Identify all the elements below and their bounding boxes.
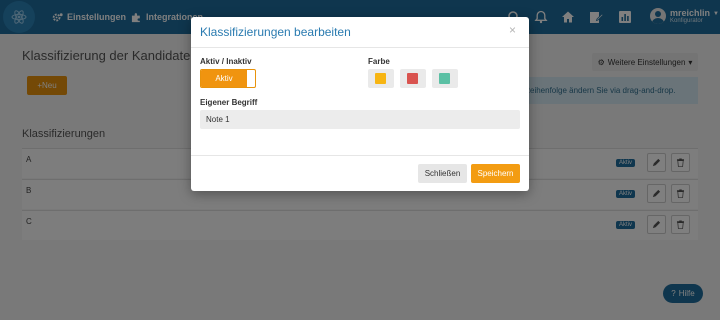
color-chip bbox=[407, 73, 418, 84]
color-swatch-red[interactable] bbox=[400, 69, 426, 88]
edit-classification-modal: Klassifizierungen bearbeiten × Aktiv / I… bbox=[191, 17, 529, 191]
color-chip bbox=[439, 73, 450, 84]
modal-header-divider bbox=[191, 47, 529, 48]
save-button[interactable]: Speichern bbox=[471, 164, 520, 183]
color-label: Farbe bbox=[368, 57, 390, 66]
close-button[interactable]: Schließen bbox=[418, 164, 467, 183]
close-icon[interactable]: × bbox=[509, 23, 516, 37]
color-chip bbox=[375, 73, 386, 84]
color-swatch-green[interactable] bbox=[432, 69, 458, 88]
color-swatch-yellow[interactable] bbox=[368, 69, 394, 88]
active-toggle[interactable]: Aktiv bbox=[200, 69, 256, 88]
toggle-on-label: Aktiv bbox=[201, 70, 247, 87]
modal-footer-divider bbox=[191, 155, 529, 156]
term-input[interactable] bbox=[200, 110, 520, 129]
term-label: Eigener Begriff bbox=[200, 98, 258, 107]
modal-title: Klassifizierungen bearbeiten bbox=[200, 25, 351, 39]
active-label: Aktiv / Inaktiv bbox=[200, 57, 252, 66]
